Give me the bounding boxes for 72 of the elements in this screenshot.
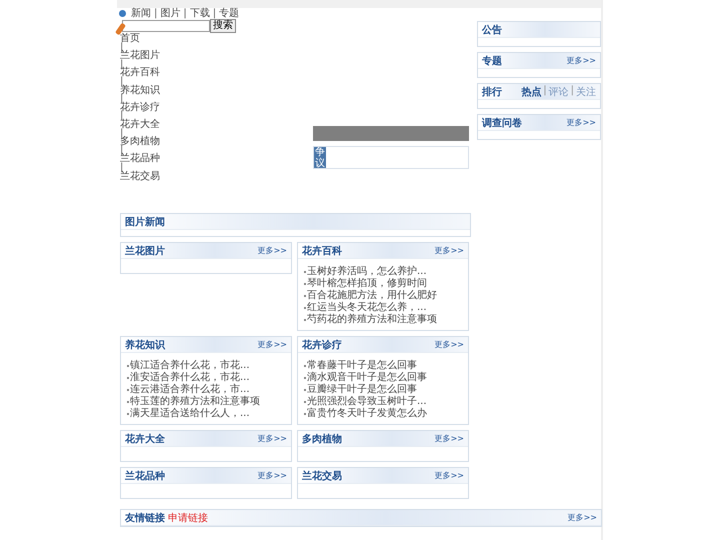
box-title: 排行 [482,86,502,98]
top-link[interactable]: 新闻 [131,8,151,19]
top-link[interactable]: 图片 [160,8,180,19]
box-title: 兰花交易 [302,469,342,483]
separator: | [183,8,187,19]
article-link[interactable]: 常春藤干叶子是怎么回事 [307,361,417,372]
search-button[interactable]: 搜索 [210,19,236,33]
more-link[interactable]: 更多>> [258,245,287,256]
separator: | [120,78,124,87]
nav-link[interactable]: 兰花图片 [120,52,160,61]
article-link[interactable]: 光照强烈会导致玉树叶子... [307,397,427,408]
nav-link[interactable]: 多肉植物 [120,138,160,147]
article-link[interactable]: 豆瓣绿干叶子是怎么回事 [307,385,417,396]
top-link[interactable]: 专题 [219,8,240,19]
more-link[interactable]: 更多>> [258,433,287,444]
nav-link[interactable]: 首页 [120,35,140,44]
article-link[interactable]: 连云港适合养什么花，市... [130,385,250,396]
more-link[interactable]: 更多>> [258,470,287,482]
separator: | [543,84,547,98]
nav-link[interactable]: 花卉大全 [120,120,160,130]
article-link[interactable]: 镇江适合养什么花，市花... [130,361,250,372]
globe-icon [119,10,126,17]
article-link[interactable]: 满天星适合送给什么人，... [130,409,250,420]
more-link[interactable]: 更多>> [258,339,287,350]
more-link[interactable]: 更多>> [566,55,596,66]
separator: | [154,8,158,19]
nav-link[interactable]: 养花知识 [120,86,160,96]
separator: | [120,146,124,156]
box-title: 专题 [482,54,502,68]
box-title: 友情链接 [125,512,165,524]
badge: 争议 [314,147,326,168]
box-title: 兰花图片 [125,244,165,258]
article-link[interactable]: 琴叶榕怎样掐顶，修剪时间 [307,279,427,290]
more-link[interactable]: 更多>> [434,470,464,482]
separator: | [120,164,124,172]
article-link[interactable]: 特玉莲的养殖方法和注意事项 [130,397,260,408]
more-link[interactable]: 更多>> [434,433,464,444]
box-title: 多肉植物 [302,432,342,446]
separator: | [120,95,124,104]
more-link[interactable]: 更多>> [434,245,464,256]
separator: | [570,84,574,98]
article-link[interactable]: 芍药花的养殖方法和注意事项 [307,315,437,326]
nav-link[interactable]: 兰花交易 [120,172,160,182]
box-title: 兰花品种 [125,470,165,483]
more-link[interactable]: 更多>> [566,117,596,128]
article-link[interactable]: 富贵竹冬天叶子发黄怎么办 [307,409,427,420]
article-link[interactable]: 玉树好养活吗，怎么养护... [307,267,427,278]
separator: | [120,60,124,70]
separator: | [212,8,216,19]
apply-link[interactable]: 申请链接 [168,512,208,524]
article-link[interactable]: 淮安适合养什么花，市花... [130,373,250,384]
more-link[interactable]: 更多>> [434,339,464,350]
box-title: 公告 [482,24,502,36]
nav-link[interactable]: 花卉百科 [120,69,160,78]
nav-link[interactable]: 兰花品种 [120,155,160,164]
separator: | [120,112,124,121]
box-title: 花卉百科 [302,244,342,258]
more-link[interactable]: 更多>> [568,512,597,524]
separator: | [120,130,124,138]
box-title: 花卉诊疗 [302,338,342,352]
article-link[interactable]: 滴水观音干叶子是怎么回事 [307,373,427,384]
separator: | [120,44,124,52]
article-link[interactable]: 红运当头冬天花怎么养，... [307,303,427,314]
nav-link[interactable]: 花卉诊疗 [120,104,160,112]
article-link[interactable]: 百合花施肥方法，用什么肥好 [307,291,437,302]
box-title: 花卉大全 [125,432,165,446]
ranking-tab[interactable]: 热点 [521,84,542,98]
search-field[interactable] [122,20,210,32]
box-title: 图片新闻 [125,215,165,229]
box-title: 调查问卷 [482,116,522,130]
box-title: 养花知识 [125,338,165,352]
top-link[interactable]: 下载 [190,8,210,19]
